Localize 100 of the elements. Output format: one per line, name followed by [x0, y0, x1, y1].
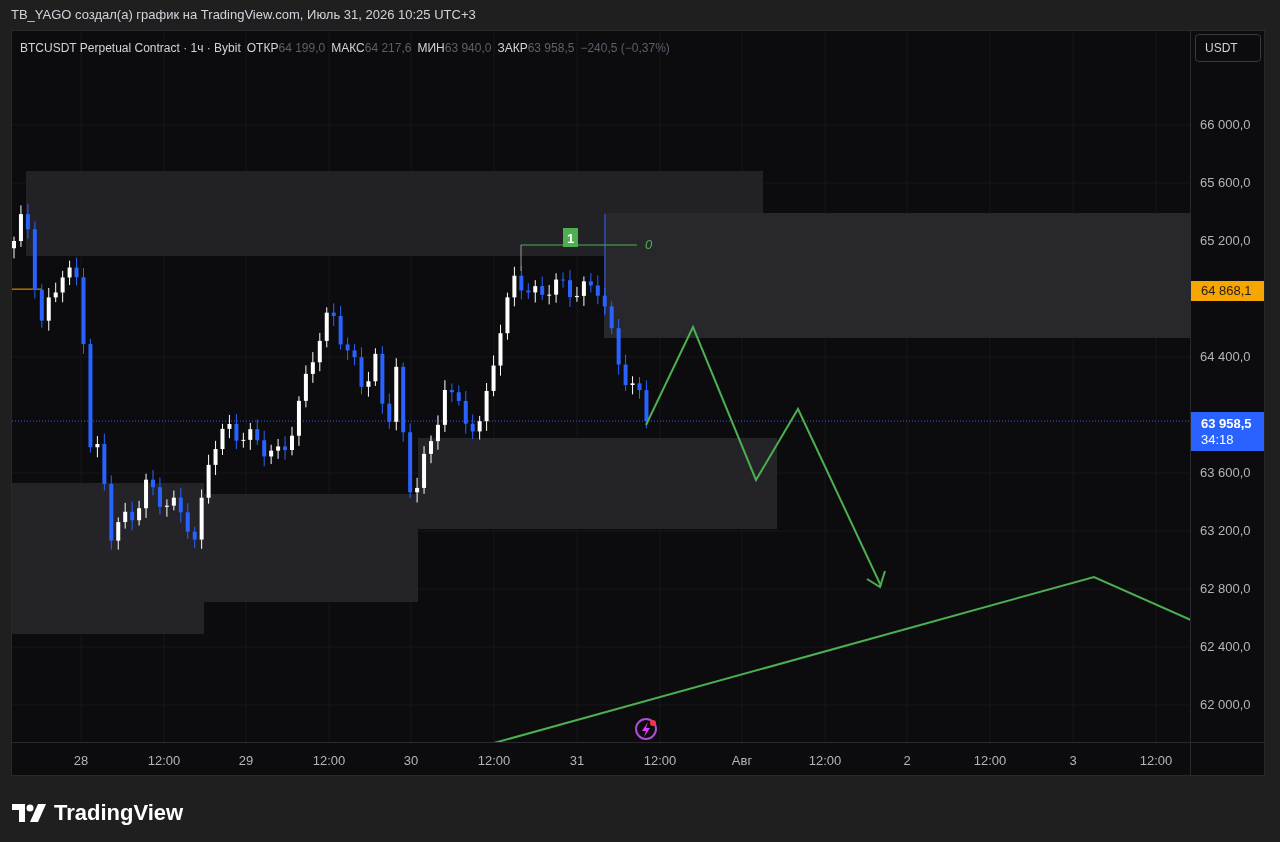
price-tick: 63 200,0	[1200, 523, 1251, 539]
candlestick	[290, 426, 294, 456]
candlestick	[74, 257, 79, 286]
candlestick	[255, 419, 260, 446]
price-tick: 65 600,0	[1200, 175, 1251, 191]
candlestick	[470, 413, 475, 440]
candlestick	[67, 260, 72, 286]
time-tick: 28	[73, 752, 89, 770]
candlestick	[623, 354, 628, 392]
candlestick	[630, 375, 635, 395]
lightning-icon[interactable]	[635, 718, 657, 740]
candlestick	[213, 440, 218, 476]
arrow-head-icon	[866, 570, 886, 589]
countdown-value: 34:18	[1201, 431, 1235, 448]
candlestick	[477, 415, 482, 441]
candlestick	[387, 393, 392, 430]
candlestick	[262, 430, 267, 467]
candlestick	[151, 469, 155, 496]
candlestick	[12, 236, 16, 259]
candlestick	[178, 487, 183, 523]
price-tick: 64 400,0	[1200, 349, 1251, 365]
candlestick	[331, 302, 336, 327]
price-tick: 65 200,0	[1200, 233, 1251, 249]
candlestick	[185, 502, 190, 540]
change-value: −240,5 (−0,37%)	[580, 40, 670, 57]
candlestick	[359, 346, 364, 395]
time-tick: 12:00	[973, 752, 1007, 770]
candlestick	[588, 272, 593, 293]
candlestick	[60, 270, 65, 303]
time-tick: 12:00	[147, 752, 181, 770]
candlestick	[574, 286, 579, 303]
candlestick	[554, 272, 559, 304]
ohlc-label: ОТКР	[246, 40, 279, 57]
candlestick	[171, 490, 176, 511]
candlestick	[484, 382, 489, 432]
candlestick	[46, 287, 51, 332]
candlestick	[18, 204, 23, 248]
time-tick: 12:00	[312, 752, 346, 770]
candlestick	[317, 332, 322, 372]
candlestick	[116, 516, 121, 551]
candlestick	[123, 502, 128, 530]
candlestick	[269, 444, 274, 465]
candlestick	[422, 445, 427, 495]
candlestick	[234, 413, 239, 450]
ohlc-label: МИН	[417, 40, 445, 57]
candlestick	[164, 498, 169, 518]
price-tick: 62 800,0	[1200, 581, 1251, 597]
time-tick: 2	[903, 752, 911, 770]
candlestick	[144, 473, 149, 519]
candlestick	[283, 435, 288, 461]
candlestick	[199, 489, 204, 550]
time-tick: 3	[1069, 752, 1077, 770]
candlestick	[505, 292, 510, 341]
candlestick	[463, 390, 468, 435]
time-tick: 12:00	[643, 752, 677, 770]
candlestick	[442, 379, 447, 433]
ohlc-value: 64 199,0	[278, 40, 326, 57]
candlestick	[53, 282, 58, 303]
candlestick	[512, 266, 517, 307]
candlestick	[533, 279, 538, 303]
candlestick	[616, 318, 621, 376]
candlestick	[102, 433, 107, 491]
candlestick	[644, 379, 649, 429]
candlestick	[95, 435, 100, 458]
price-tick: 66 000,0	[1200, 117, 1251, 133]
time-tick: 12:00	[808, 752, 842, 770]
candlestick	[137, 500, 142, 526]
time-tick: 29	[238, 752, 254, 770]
candlestick	[456, 384, 461, 407]
candlestick	[206, 454, 211, 505]
logo-text: TradingView	[54, 799, 184, 827]
candlestick	[130, 501, 135, 531]
time-tick: 30	[403, 752, 419, 770]
candlestick	[296, 395, 301, 447]
candlestick	[498, 324, 503, 377]
symbol-label[interactable]: BTCUSDT Perpetual Contract · 1ч · Bybit	[20, 39, 241, 57]
ohlc-value: 64 217,6	[364, 40, 412, 57]
ohlc-value: 63 958,5	[527, 40, 575, 57]
candlestick	[373, 347, 378, 387]
currency-button[interactable]: USDT	[1195, 34, 1261, 62]
marker-label: 1	[566, 231, 575, 246]
candlestick	[366, 371, 371, 398]
candlestick	[303, 364, 308, 408]
candlestick	[220, 423, 225, 456]
chart-caption: TB_YAGO создал(а) график на TradingView.com, Июль 31, 2026 10:25 UTC+3	[11, 6, 476, 25]
logo-icon	[12, 803, 46, 822]
candlestick	[435, 414, 440, 451]
candlestick	[338, 305, 343, 351]
candlestick	[157, 477, 162, 515]
candlestick	[526, 282, 531, 300]
candlestick	[25, 203, 30, 240]
ohlc-label: ЗАКР	[497, 40, 528, 57]
candlestick	[491, 354, 496, 397]
leader-line	[520, 244, 522, 272]
level-label: 0	[645, 237, 653, 252]
candlestick	[227, 414, 232, 439]
time-tick: 12:00	[477, 752, 511, 770]
last-price-value: 63 958,5	[1201, 415, 1253, 432]
ohlc-label: МАКС	[331, 40, 365, 57]
candlestick	[540, 276, 545, 301]
